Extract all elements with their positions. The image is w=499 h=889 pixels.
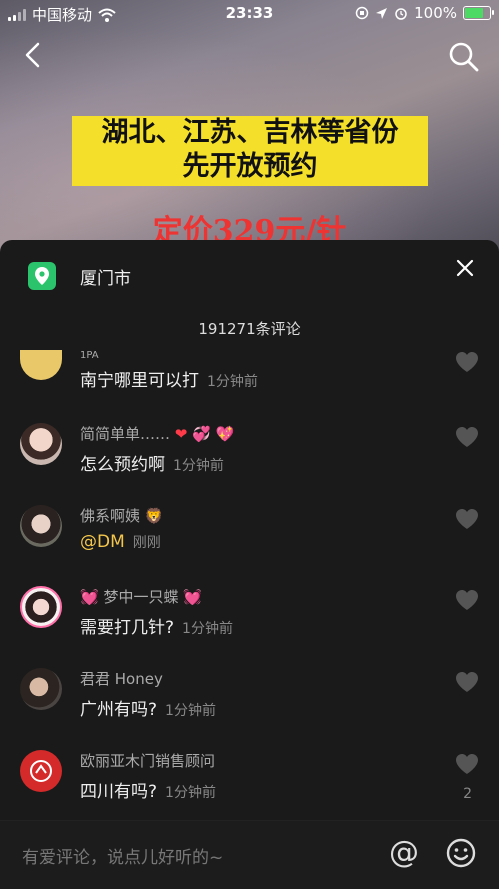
avatar[interactable] — [20, 505, 62, 547]
banner-line-2: 先开放预约 — [182, 151, 318, 182]
heart-emoji-icon: ❤ — [174, 425, 188, 443]
comment-item: 佛系啊姨 🦁 @DM 刚刚 — [20, 505, 490, 575]
comment-mention[interactable]: @DM — [80, 532, 125, 552]
heart-icon[interactable] — [454, 350, 480, 374]
banner-line-1: 湖北、江苏、吉林等省份 — [101, 117, 399, 148]
battery-icon — [463, 6, 494, 20]
author-name: 梦中一只蝶 — [103, 588, 179, 606]
heart-icon[interactable] — [454, 425, 480, 449]
search-icon[interactable] — [447, 40, 481, 74]
comment-text: 广州有吗? 1分钟前 — [80, 695, 216, 720]
comment-author[interactable]: 欧丽亚木门销售顾问 — [80, 750, 215, 771]
avatar[interactable] — [20, 750, 62, 792]
comment-count: 191271条评论 — [198, 320, 301, 338]
heart-icon[interactable] — [454, 507, 480, 531]
comment-time: 1分钟前 — [173, 458, 224, 474]
comment-item: 💓 梦中一只蝶 💓 需要打几针? 1分钟前 — [20, 586, 490, 656]
comment-time: 1分钟前 — [182, 621, 233, 637]
comment-input-bar: 有爱评论，说点儿好听的~ @ — [0, 820, 499, 889]
comment-input[interactable]: 有爱评论，说点儿好听的~ — [22, 843, 223, 868]
video-banner: 湖北、江苏、吉林等省份 先开放预约 — [72, 116, 428, 186]
rotation-lock-icon — [355, 6, 369, 20]
comment-author[interactable]: 佛系啊姨 🦁 — [80, 505, 163, 526]
sparkle-heart-icon: 💓 — [80, 588, 99, 606]
smiley-icon[interactable] — [445, 837, 477, 869]
comment-time: 刚刚 — [132, 535, 161, 551]
heart-icon[interactable] — [454, 588, 480, 612]
close-icon[interactable] — [455, 258, 475, 278]
comment-author[interactable]: 💓 梦中一只蝶 💓 — [80, 586, 202, 607]
comment-body: 怎么预约啊 — [80, 455, 165, 475]
comment-author[interactable]: 简简单单…… ❤ 💞 💖 — [80, 423, 234, 444]
avatar[interactable] — [20, 668, 62, 710]
comment-author[interactable]: 君君 Honey — [80, 668, 163, 689]
location-label: 厦门市 — [80, 268, 131, 289]
comment-item: 1PA 南宁哪里可以打 1分钟前 — [20, 348, 490, 418]
mention-button[interactable]: @ — [389, 835, 419, 870]
author-name: 简简单单…… — [80, 425, 171, 443]
comment-author[interactable]: 1PA — [80, 350, 99, 361]
status-bar: 中国移动 23:33 100% — [0, 0, 499, 28]
comment-body: 需要打几针? — [80, 618, 175, 638]
like-count: 2 — [463, 786, 472, 802]
comment-time: 1分钟前 — [165, 785, 216, 801]
sparkle-heart-icon: 💓 — [183, 588, 202, 606]
video-top-nav — [0, 38, 499, 78]
comment-text: @DM 刚刚 — [80, 532, 161, 552]
heart-icon[interactable] — [454, 752, 480, 776]
battery-percent: 100% — [414, 4, 457, 22]
comment-body: 南宁哪里可以打 — [80, 371, 199, 391]
avatar[interactable] — [20, 423, 62, 465]
location-row[interactable]: 厦门市 — [28, 262, 131, 290]
comment-body: 四川有吗? — [80, 782, 158, 802]
alarm-icon — [395, 8, 407, 20]
comment-sheet: 厦门市 191271条评论 1PA 南宁哪里可以打 1分钟前 简简单单…… ❤ 💞… — [0, 240, 499, 889]
chevron-left-icon[interactable] — [18, 40, 48, 70]
author-name: 佛系啊姨 — [80, 507, 141, 525]
comment-item: 欧丽亚木门销售顾问 四川有吗? 1分钟前 2 — [20, 750, 490, 820]
comment-time: 1分钟前 — [207, 374, 258, 390]
comment-text: 需要打几针? 1分钟前 — [80, 613, 233, 638]
comment-text: 怎么预约啊 1分钟前 — [80, 450, 224, 475]
heart-icon[interactable] — [454, 670, 480, 694]
brand-logo-icon — [30, 760, 52, 782]
avatar[interactable] — [20, 350, 62, 380]
comment-text: 四川有吗? 1分钟前 — [80, 777, 216, 802]
comment-text: 南宁哪里可以打 1分钟前 — [80, 366, 258, 391]
lion-emoji-icon: 🦁 — [144, 507, 164, 525]
comment-item: 君君 Honey 广州有吗? 1分钟前 — [20, 668, 490, 738]
comment-time: 1分钟前 — [165, 703, 216, 719]
location-pin-icon — [28, 262, 56, 290]
comment-item: 简简单单…… ❤ 💞 💖 怎么预约啊 1分钟前 — [20, 423, 490, 493]
comment-body: 广州有吗? — [80, 700, 158, 720]
avatar[interactable] — [20, 586, 62, 628]
sparkling-heart-icon: 💞 — [192, 425, 211, 443]
location-arrow-icon — [376, 7, 388, 19]
sparkle-heart-icon: 💖 — [215, 425, 235, 443]
